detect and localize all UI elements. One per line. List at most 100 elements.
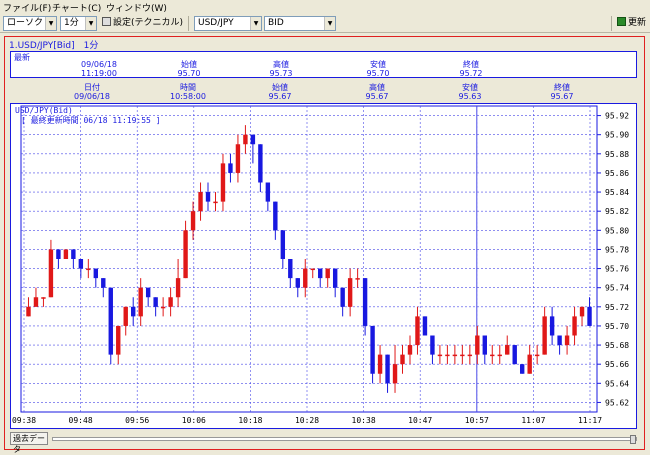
candle-body [587, 306, 592, 326]
chart-last-updated: [ 最終更新時間 06/18 11:19:55 ] [21, 115, 161, 125]
chart-canvas[interactable]: 95.92 95.90 95.88 95.86 95.84 95.82 95.80 95.78… [11, 104, 636, 428]
candle-body [377, 354, 383, 374]
symbol-value: USD/JPY [198, 18, 234, 28]
cursor-close: 終値 95.67 [532, 83, 592, 101]
candle-body [116, 325, 121, 355]
cursor-info-row: 日付 09/06/18 時間 10:58:00 始値 95.67 高値 95.6… [10, 83, 637, 101]
cursor-time-value: 10:58:00 [170, 92, 206, 101]
candle-body [138, 287, 143, 317]
cursor-low-value: 95.63 [458, 92, 482, 101]
candle-body [108, 287, 113, 355]
candle-body [228, 163, 233, 173]
candle-body [452, 354, 458, 357]
chart-window-title: 1.USD/JPY[Bid] 1分 [9, 41, 99, 51]
candle-body [572, 316, 577, 336]
candle-body [362, 278, 368, 326]
cursor-low: 安値 95.63 [440, 83, 500, 101]
candle-body [101, 278, 106, 288]
menu-chart[interactable]: チャート(C) [52, 1, 101, 14]
settings-icon [102, 17, 111, 26]
y-tick-label: 95.86 [605, 169, 629, 178]
cursor-close-value: 95.67 [550, 92, 574, 101]
candle-body [33, 297, 39, 307]
candle-body [430, 335, 435, 355]
latest-high-label: 高値 [273, 60, 289, 69]
candlestick-chart[interactable]: 95.92 95.90 95.88 95.86 95.84 95.82 95.80 95.78… [10, 103, 637, 429]
technical-settings-button[interactable]: 設定(テクニカル) [102, 16, 183, 31]
x-tick-label: 10:18 [238, 416, 262, 425]
candle-body [340, 287, 345, 307]
candle-body [63, 249, 69, 259]
candle-body [549, 316, 555, 336]
latest-low-value: 95.70 [366, 69, 390, 78]
interval-value: 1分 [64, 18, 79, 28]
candle-body [243, 134, 248, 145]
candle-body [213, 201, 218, 204]
menu-bar: ファイル(F) チャート(C) ウィンドウ(W) [0, 0, 650, 14]
candle-body [145, 287, 151, 298]
candle-body [437, 354, 443, 357]
candle-body [497, 354, 502, 357]
candle-body [198, 192, 203, 212]
candle-body [295, 278, 300, 288]
cursor-open: 始値 95.67 [250, 83, 310, 101]
candle-body [160, 306, 166, 309]
latest-high-value: 95.73 [269, 69, 293, 78]
candle-body [422, 316, 428, 336]
cursor-open-value: 95.67 [268, 92, 292, 101]
candle-body [579, 306, 585, 317]
interval-select[interactable]: 1分 ▼ [60, 16, 97, 31]
x-tick-label: 10:47 [408, 416, 432, 425]
candle-body [168, 297, 173, 307]
latest-low-label: 安値 [370, 60, 386, 69]
candle-body [123, 306, 128, 326]
chevron-down-icon[interactable]: ▼ [85, 17, 96, 30]
plot-border [20, 105, 598, 413]
candle-body [512, 345, 517, 365]
candle-body [26, 306, 31, 317]
chevron-down-icon[interactable]: ▼ [250, 17, 261, 30]
candle-body [175, 278, 181, 298]
cursor-low-label: 安値 [462, 83, 478, 92]
candle-body [205, 192, 211, 202]
menu-window[interactable]: ウィンドウ(W) [106, 1, 167, 14]
chart-type-select[interactable]: ローソク ▼ [3, 16, 57, 31]
y-tick-label: 95.64 [605, 379, 629, 388]
chart-window: 1.USD/JPY[Bid] 1分 最新 09/06/18 11:19:00 始… [4, 36, 645, 454]
candle-body [519, 364, 525, 374]
latest-label: 最新 [14, 53, 30, 62]
x-tick-label: 10:38 [352, 416, 376, 425]
cursor-open-label: 始値 [272, 83, 288, 92]
chevron-down-icon[interactable]: ▼ [324, 17, 335, 30]
x-tick-label: 10:06 [182, 416, 206, 425]
candle-body [86, 268, 91, 271]
cursor-time: 時間 10:58:00 [158, 83, 218, 101]
candle-body [131, 306, 136, 317]
cursor-high-label: 高値 [369, 83, 385, 92]
cursor-date-label: 日付 [84, 83, 100, 92]
past-data-button[interactable]: 過去データ [10, 432, 48, 454]
candle-body [250, 134, 256, 145]
y-tick-label: 95.80 [605, 226, 629, 235]
scrollbar-thumb[interactable] [630, 435, 636, 444]
refresh-button[interactable]: 更新 [617, 16, 646, 31]
candle-body [332, 268, 338, 288]
time-scrollbar[interactable] [52, 435, 637, 444]
y-tick-label: 95.90 [605, 131, 629, 140]
candle-body [183, 230, 188, 279]
menu-file[interactable]: ファイル(F) [3, 1, 51, 14]
candle-body [460, 354, 465, 357]
candle-body [78, 259, 84, 269]
candle-body [48, 249, 54, 298]
latest-close-value: 95.72 [459, 69, 483, 78]
candle-body [542, 316, 547, 355]
y-tick-label: 95.78 [605, 245, 629, 254]
y-axis: 95.92 95.90 95.88 95.86 95.84 95.82 95.80 95.78… [597, 112, 629, 407]
refresh-icon [617, 17, 626, 26]
symbol-select[interactable]: USD/JPY ▼ [194, 16, 262, 31]
toolbar: ローソク ▼ 1分 ▼ 設定(テクニカル) USD/JPY ▼ BID ▼ 更新 [0, 14, 650, 33]
x-tick-label: 09:48 [69, 416, 93, 425]
chevron-down-icon[interactable]: ▼ [45, 17, 56, 30]
price-type-select[interactable]: BID ▼ [264, 16, 336, 31]
chart-type-value: ローソク [7, 18, 44, 28]
